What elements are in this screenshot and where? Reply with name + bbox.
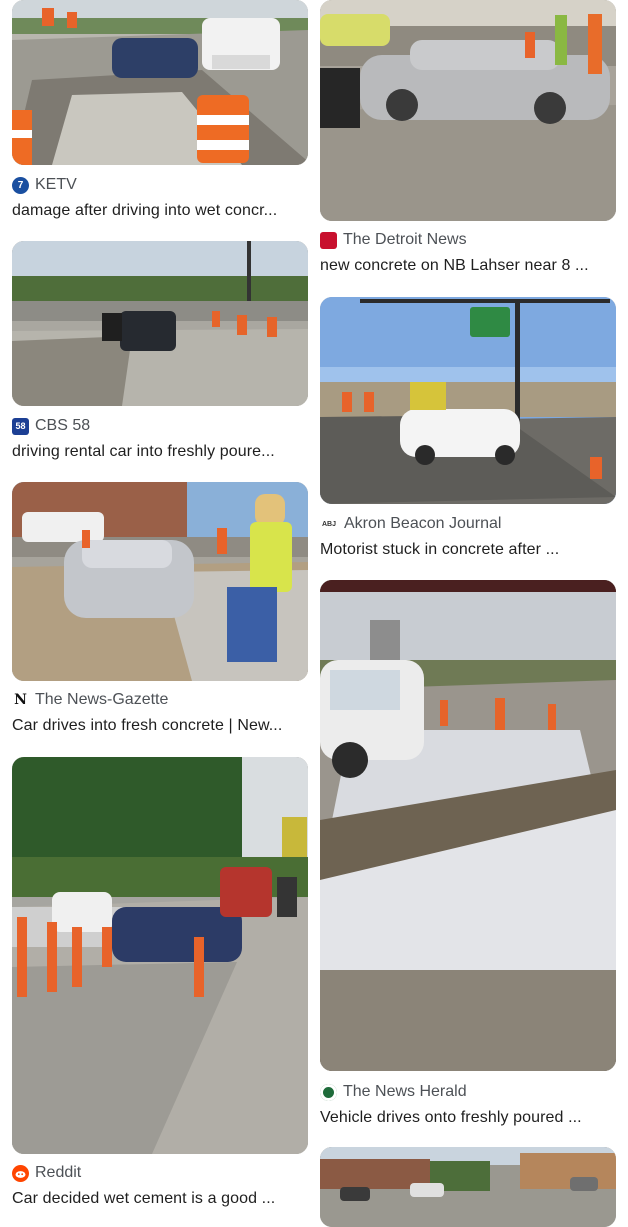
result-thumbnail[interactable] [320, 580, 616, 1071]
result-source[interactable]: Akron Beacon Journal [344, 515, 501, 533]
result-source[interactable]: The News Herald [343, 1083, 467, 1101]
result-thumbnail[interactable] [320, 1147, 616, 1227]
result-title[interactable]: Vehicle drives onto freshly poured ... [320, 1109, 616, 1127]
result-source[interactable]: CBS 58 [35, 417, 90, 435]
result-thumbnail[interactable] [12, 0, 308, 165]
result-title[interactable]: Car decided wet cement is a good ... [12, 1190, 308, 1208]
abj-logo-icon: ABJ [320, 515, 338, 533]
reddit-logo-icon [12, 1164, 29, 1182]
detroit-news-logo-icon [320, 231, 337, 249]
ketv-logo-icon: 7 [12, 176, 29, 194]
news-gazette-logo-icon: N [12, 691, 29, 709]
result-title[interactable]: new concrete on NB Lahser near 8 ... [320, 257, 616, 275]
result-source[interactable]: KETV [35, 176, 77, 194]
result-thumbnail[interactable] [12, 241, 308, 406]
result-title[interactable]: Car drives into fresh concrete | New... [12, 717, 308, 735]
result-source[interactable]: The Detroit News [343, 231, 467, 249]
result-thumbnail[interactable] [320, 0, 616, 221]
result-thumbnail[interactable] [12, 757, 308, 1154]
cbs58-logo-icon: 58 [12, 417, 29, 435]
result-source[interactable]: The News-Gazette [35, 691, 168, 709]
result-thumbnail[interactable] [12, 482, 308, 681]
result-title[interactable]: driving rental car into freshly poure... [12, 443, 308, 461]
result-thumbnail[interactable] [320, 297, 616, 504]
result-title[interactable]: Motorist stuck in concrete after ... [320, 541, 616, 559]
result-title[interactable]: damage after driving into wet concr... [12, 202, 308, 220]
news-herald-logo-icon [320, 1083, 337, 1101]
result-source[interactable]: Reddit [35, 1164, 81, 1182]
